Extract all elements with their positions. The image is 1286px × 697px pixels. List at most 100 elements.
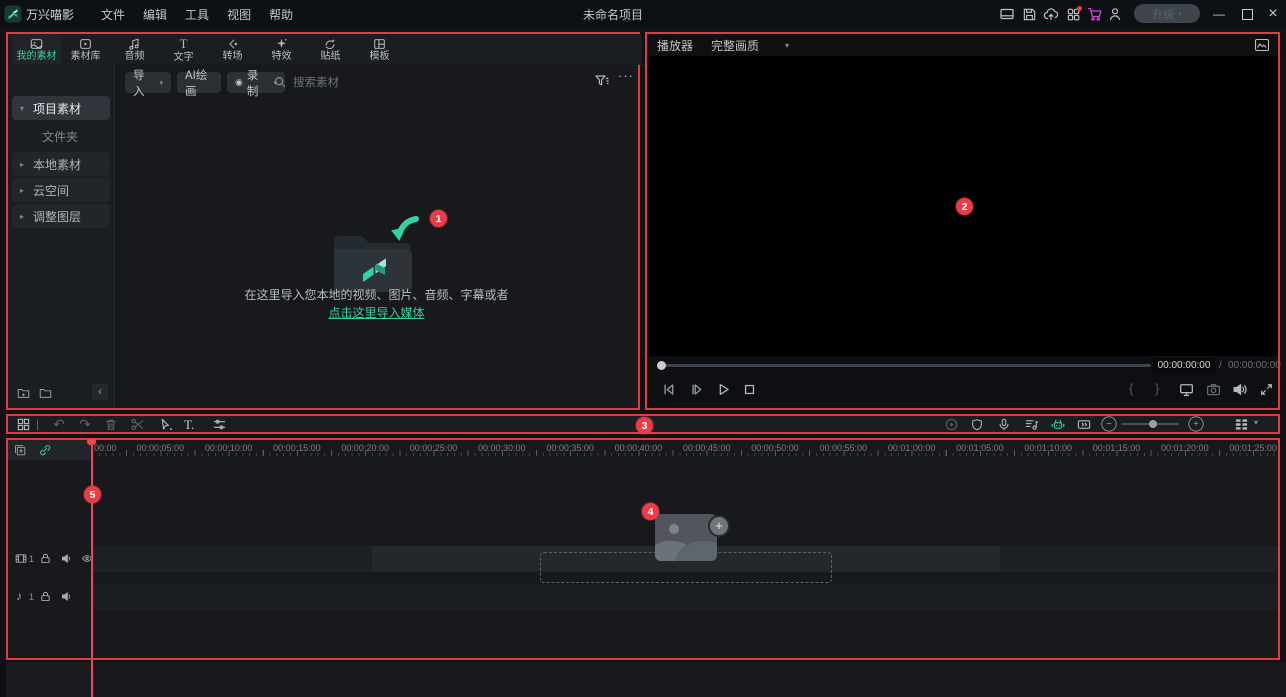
tab-stickers[interactable]: 贴纸 bbox=[306, 34, 355, 64]
playback-progress-thumb[interactable] bbox=[657, 361, 666, 370]
collapse-sidebar-button[interactable]: ‹ bbox=[92, 384, 108, 400]
quality-select[interactable]: 完整画质 bbox=[711, 37, 759, 54]
play-button[interactable] bbox=[712, 378, 734, 400]
timeline-zoom-thumb[interactable] bbox=[1149, 420, 1157, 428]
import-media-link[interactable]: 点击这里导入媒体 bbox=[115, 304, 638, 321]
search-input[interactable] bbox=[291, 73, 445, 93]
search-icon bbox=[273, 75, 287, 89]
split-scissors-icon[interactable] bbox=[128, 416, 146, 432]
playhead-line[interactable] bbox=[91, 440, 93, 697]
mute-track-icon[interactable] bbox=[60, 590, 73, 603]
layout-switch-icon[interactable] bbox=[996, 0, 1018, 28]
lock-track-icon[interactable] bbox=[39, 590, 52, 603]
menu-edit[interactable]: 编辑 bbox=[134, 0, 176, 28]
snapshot-button[interactable] bbox=[1202, 378, 1224, 400]
audio-track-lane[interactable] bbox=[93, 584, 1278, 610]
render-preview-icon[interactable] bbox=[942, 416, 960, 432]
zoom-out-icon[interactable]: − bbox=[1101, 416, 1116, 431]
playback-progress-bar[interactable] bbox=[659, 364, 1151, 367]
sidebar-item-folder[interactable]: 文件夹 bbox=[12, 124, 110, 148]
sidebar-item-project-media[interactable]: ▾ 项目素材 bbox=[12, 96, 110, 120]
track-manager-icon[interactable] bbox=[1232, 416, 1250, 432]
audio-mixer-icon[interactable] bbox=[1022, 416, 1040, 432]
fullscreen-button[interactable] bbox=[1255, 378, 1277, 400]
tab-transition[interactable]: 转场 bbox=[208, 34, 257, 64]
tab-audio[interactable]: 音频 bbox=[110, 34, 159, 64]
redo-icon[interactable]: ↷ bbox=[76, 416, 94, 432]
lock-track-icon[interactable] bbox=[39, 552, 52, 565]
tab-templates[interactable]: 模板 bbox=[355, 34, 404, 64]
cloud-upload-icon[interactable] bbox=[1040, 0, 1062, 28]
chevron-down-icon: ▾ bbox=[1178, 10, 1182, 18]
preview-quality-icon[interactable] bbox=[1254, 38, 1270, 52]
add-media-plus-icon[interactable]: + bbox=[708, 515, 730, 537]
app-name: 万兴喵影 bbox=[26, 6, 74, 23]
zoom-in-icon[interactable]: + bbox=[1188, 416, 1203, 431]
save-icon[interactable] bbox=[1018, 0, 1040, 28]
adjust-icon[interactable] bbox=[210, 416, 228, 432]
new-folder-icon[interactable] bbox=[16, 386, 31, 400]
tab-stock-media[interactable]: 素材库 bbox=[61, 34, 110, 64]
quick-text-tool-icon[interactable]: T. bbox=[184, 417, 194, 433]
mark-out-button[interactable]: } bbox=[1155, 381, 1159, 396]
close-button[interactable]: × bbox=[1260, 0, 1286, 28]
media-tab-bar: 我的素材 素材库 音频 T 文字 转场 特效 贴纸 模板 bbox=[8, 34, 642, 65]
total-timecode: 00:00:00:00 bbox=[1228, 360, 1281, 371]
ai-paint-button[interactable]: AI绘画 bbox=[177, 72, 221, 93]
mute-track-icon[interactable] bbox=[60, 552, 73, 565]
menu-file[interactable]: 文件 bbox=[92, 0, 134, 28]
caret-down-icon: ▾ bbox=[20, 104, 28, 113]
undo-icon[interactable]: ↶ bbox=[50, 416, 68, 432]
project-title: 未命名项目 bbox=[563, 0, 663, 28]
upgrade-button[interactable]: 升级▾ bbox=[1134, 4, 1200, 23]
delete-icon[interactable] bbox=[102, 416, 120, 432]
import-button[interactable]: 导入 ▾ bbox=[125, 72, 171, 93]
media-sidebar: ▾ 项目素材 文件夹 ▸ 本地素材 ▸ 云空间 ▸ 调整图层 ‹ bbox=[8, 64, 115, 408]
player-title: 播放器 bbox=[657, 37, 693, 54]
previous-frame-button[interactable] bbox=[657, 378, 679, 400]
chevron-down-icon[interactable]: ▾ bbox=[1254, 418, 1258, 427]
my-media-icon bbox=[29, 37, 44, 51]
text-icon: T bbox=[180, 36, 188, 52]
display-device-button[interactable] bbox=[1175, 378, 1197, 400]
restore-button[interactable] bbox=[1234, 0, 1260, 28]
next-frame-button[interactable] bbox=[685, 378, 707, 400]
mark-in-button[interactable]: { bbox=[1129, 381, 1133, 396]
select-tool-icon[interactable] bbox=[157, 416, 175, 432]
playhead-marker[interactable] bbox=[87, 439, 96, 445]
tab-my-media[interactable]: 我的素材 bbox=[12, 34, 61, 64]
shield-marker-icon[interactable] bbox=[968, 416, 986, 432]
menu-view[interactable]: 视图 bbox=[218, 0, 260, 28]
menu-help[interactable]: 帮助 bbox=[260, 0, 302, 28]
sidebar-item-adjustment-layer[interactable]: ▸ 调整图层 bbox=[12, 204, 110, 228]
toolbar-divider: | bbox=[36, 417, 39, 431]
apps-grid-icon[interactable] bbox=[1062, 0, 1084, 28]
more-options-icon[interactable]: ··· bbox=[618, 68, 634, 83]
layout-blocks-icon[interactable] bbox=[14, 416, 32, 432]
tab-effects[interactable]: 特效 bbox=[257, 34, 306, 64]
annotation-badge-3: 3 bbox=[636, 417, 653, 434]
folder-icon[interactable] bbox=[38, 386, 53, 400]
account-icon[interactable] bbox=[1104, 0, 1126, 28]
smart-robot-icon[interactable] bbox=[1049, 416, 1067, 432]
menu-tools[interactable]: 工具 bbox=[176, 0, 218, 28]
sidebar-item-local-media[interactable]: ▸ 本地素材 bbox=[12, 152, 110, 176]
chevron-down-icon[interactable]: ▾ bbox=[785, 41, 789, 50]
volume-button[interactable] bbox=[1228, 378, 1250, 400]
notification-dot bbox=[1077, 6, 1082, 11]
minimize-button[interactable]: — bbox=[1206, 0, 1232, 28]
current-timecode[interactable]: 00:00:00:00 bbox=[1153, 358, 1215, 373]
effects-icon bbox=[274, 37, 289, 51]
footer-area bbox=[0, 662, 1286, 697]
sidebar-item-cloud-space[interactable]: ▸ 云空间 bbox=[12, 178, 110, 202]
store-cart-icon[interactable] bbox=[1084, 0, 1106, 28]
caret-right-icon: ▸ bbox=[20, 160, 28, 169]
chevron-down-icon: ▾ bbox=[159, 79, 163, 87]
auto-ripple-icon[interactable] bbox=[1075, 416, 1093, 432]
footer-header-column bbox=[6, 662, 91, 697]
player-header: 播放器 完整画质 ▾ bbox=[647, 34, 1278, 56]
stop-button[interactable] bbox=[738, 378, 760, 400]
voiceover-mic-icon[interactable] bbox=[995, 416, 1013, 432]
tab-text[interactable]: T 文字 bbox=[159, 34, 208, 64]
filter-icon[interactable] bbox=[594, 73, 610, 89]
